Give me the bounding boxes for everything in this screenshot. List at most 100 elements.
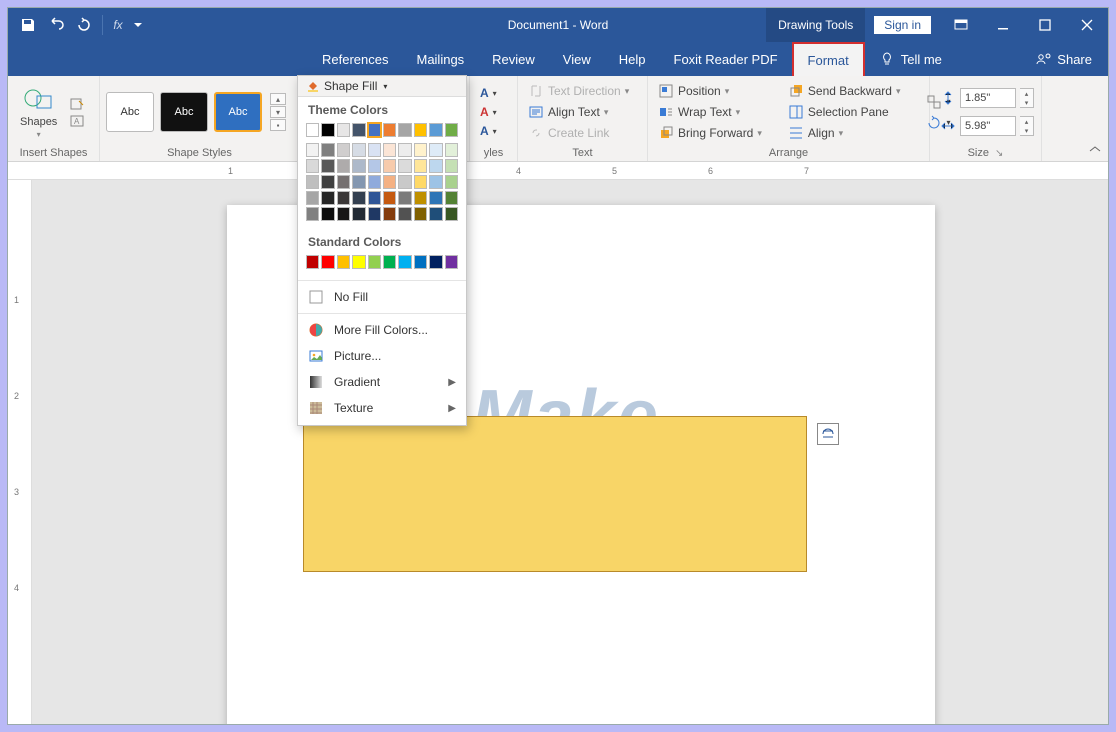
color-swatch[interactable] [337,175,350,189]
color-swatch[interactable] [414,207,427,221]
color-swatch[interactable] [429,143,442,157]
color-swatch[interactable] [306,175,319,189]
height-input[interactable]: 1.85" [960,88,1016,108]
color-swatch[interactable] [337,207,350,221]
gradient-fill-item[interactable]: Gradient ▶ [298,369,466,395]
bring-forward-button[interactable]: Bring Forward [654,124,766,142]
picture-fill-item[interactable]: Picture... [298,343,466,369]
send-backward-button[interactable]: Send Backward [784,82,905,100]
color-swatch[interactable] [352,143,365,157]
color-swatch[interactable] [368,255,381,269]
shape-fill-button[interactable]: Shape Fill ▾ [298,76,466,97]
text-outline[interactable]: A▾ [476,104,501,120]
color-swatch[interactable] [398,143,411,157]
shape-style-3-selected[interactable]: Abc [214,92,262,132]
horizontal-ruler[interactable]: 1234567 [8,162,1108,180]
color-swatch[interactable] [321,255,334,269]
dialog-launcher-icon[interactable]: ↘ [995,148,1003,159]
color-swatch[interactable] [429,159,442,173]
color-swatch[interactable] [383,191,396,205]
color-swatch[interactable] [414,123,427,137]
height-spinner[interactable]: ▴▾ [1020,88,1034,108]
tab-review[interactable]: Review [478,42,549,76]
tab-format[interactable]: Format [792,42,865,76]
drawing-tools-context-tab[interactable]: Drawing Tools [766,8,865,42]
tab-foxit[interactable]: Foxit Reader PDF [660,42,792,76]
tell-me[interactable]: Tell me [865,51,956,67]
color-swatch[interactable] [398,191,411,205]
shape-style-2[interactable]: Abc [160,92,208,132]
color-swatch[interactable] [368,207,381,221]
color-swatch[interactable] [321,191,334,205]
color-swatch[interactable] [445,159,458,173]
color-swatch[interactable] [414,255,427,269]
color-swatch[interactable] [429,255,442,269]
color-swatch[interactable] [429,207,442,221]
qat-customize[interactable] [129,11,147,39]
text-effects[interactable]: A▾ [476,123,501,139]
color-swatch[interactable] [352,159,365,173]
text-box-icon[interactable]: A [69,114,87,128]
color-swatch[interactable] [337,123,350,137]
page-canvas[interactable]: TipsMake [32,180,1108,724]
shape-width[interactable]: 5.98" ▴▾ [936,115,1038,137]
maximize-button[interactable] [1024,8,1066,42]
color-swatch[interactable] [306,123,319,137]
tab-references[interactable]: References [308,42,402,76]
more-fill-colors-item[interactable]: More Fill Colors... [298,317,466,343]
color-swatch[interactable] [337,255,350,269]
color-swatch[interactable] [398,159,411,173]
text-fill[interactable]: A▾ [476,85,501,101]
shapes-gallery-button[interactable]: Shapes ▾ [14,82,63,143]
color-swatch[interactable] [398,207,411,221]
color-swatch[interactable] [352,207,365,221]
color-swatch[interactable] [429,123,442,137]
color-swatch[interactable] [445,143,458,157]
style-gallery-scroll[interactable]: ▴▾▪ [270,93,286,131]
color-swatch[interactable] [306,255,319,269]
undo-button[interactable] [42,11,70,39]
color-swatch[interactable] [445,175,458,189]
color-swatch[interactable] [306,207,319,221]
align-text-button[interactable]: Align Text [524,103,633,121]
color-swatch[interactable] [368,143,381,157]
color-swatch[interactable] [445,207,458,221]
color-swatch[interactable] [306,143,319,157]
minimize-button[interactable] [982,8,1024,42]
color-swatch[interactable] [321,123,334,137]
color-swatch[interactable] [383,207,396,221]
color-swatch[interactable] [368,175,381,189]
layout-options-button[interactable] [817,423,839,445]
color-swatch[interactable] [398,123,411,137]
texture-fill-item[interactable]: Texture ▶ [298,395,466,421]
color-swatch[interactable] [337,143,350,157]
vertical-ruler[interactable]: 1234 [8,180,32,724]
color-swatch[interactable] [414,143,427,157]
color-swatch[interactable] [352,123,365,137]
color-swatch[interactable] [352,191,365,205]
color-swatch[interactable] [306,159,319,173]
color-swatch[interactable] [352,175,365,189]
color-swatch[interactable] [383,143,396,157]
save-button[interactable] [14,11,42,39]
share-button[interactable]: Share [1019,51,1108,67]
shape-height[interactable]: 1.85" ▴▾ [936,87,1038,109]
color-swatch[interactable] [321,143,334,157]
color-swatch[interactable] [445,255,458,269]
color-swatch[interactable] [445,123,458,137]
color-swatch[interactable] [383,123,396,137]
color-swatch[interactable] [383,159,396,173]
color-swatch[interactable] [306,191,319,205]
selected-rectangle-shape[interactable] [303,416,807,572]
redo-button[interactable] [70,11,98,39]
edit-shape-icon[interactable] [69,97,87,111]
color-swatch[interactable] [398,255,411,269]
wrap-text-button[interactable]: Wrap Text [654,103,766,121]
collapse-ribbon-button[interactable] [1088,144,1102,157]
tab-mailings[interactable]: Mailings [402,42,478,76]
color-swatch[interactable] [321,207,334,221]
color-swatch[interactable] [429,175,442,189]
no-fill-item[interactable]: No Fill [298,284,466,310]
tab-view[interactable]: View [549,42,605,76]
color-swatch[interactable] [321,159,334,173]
